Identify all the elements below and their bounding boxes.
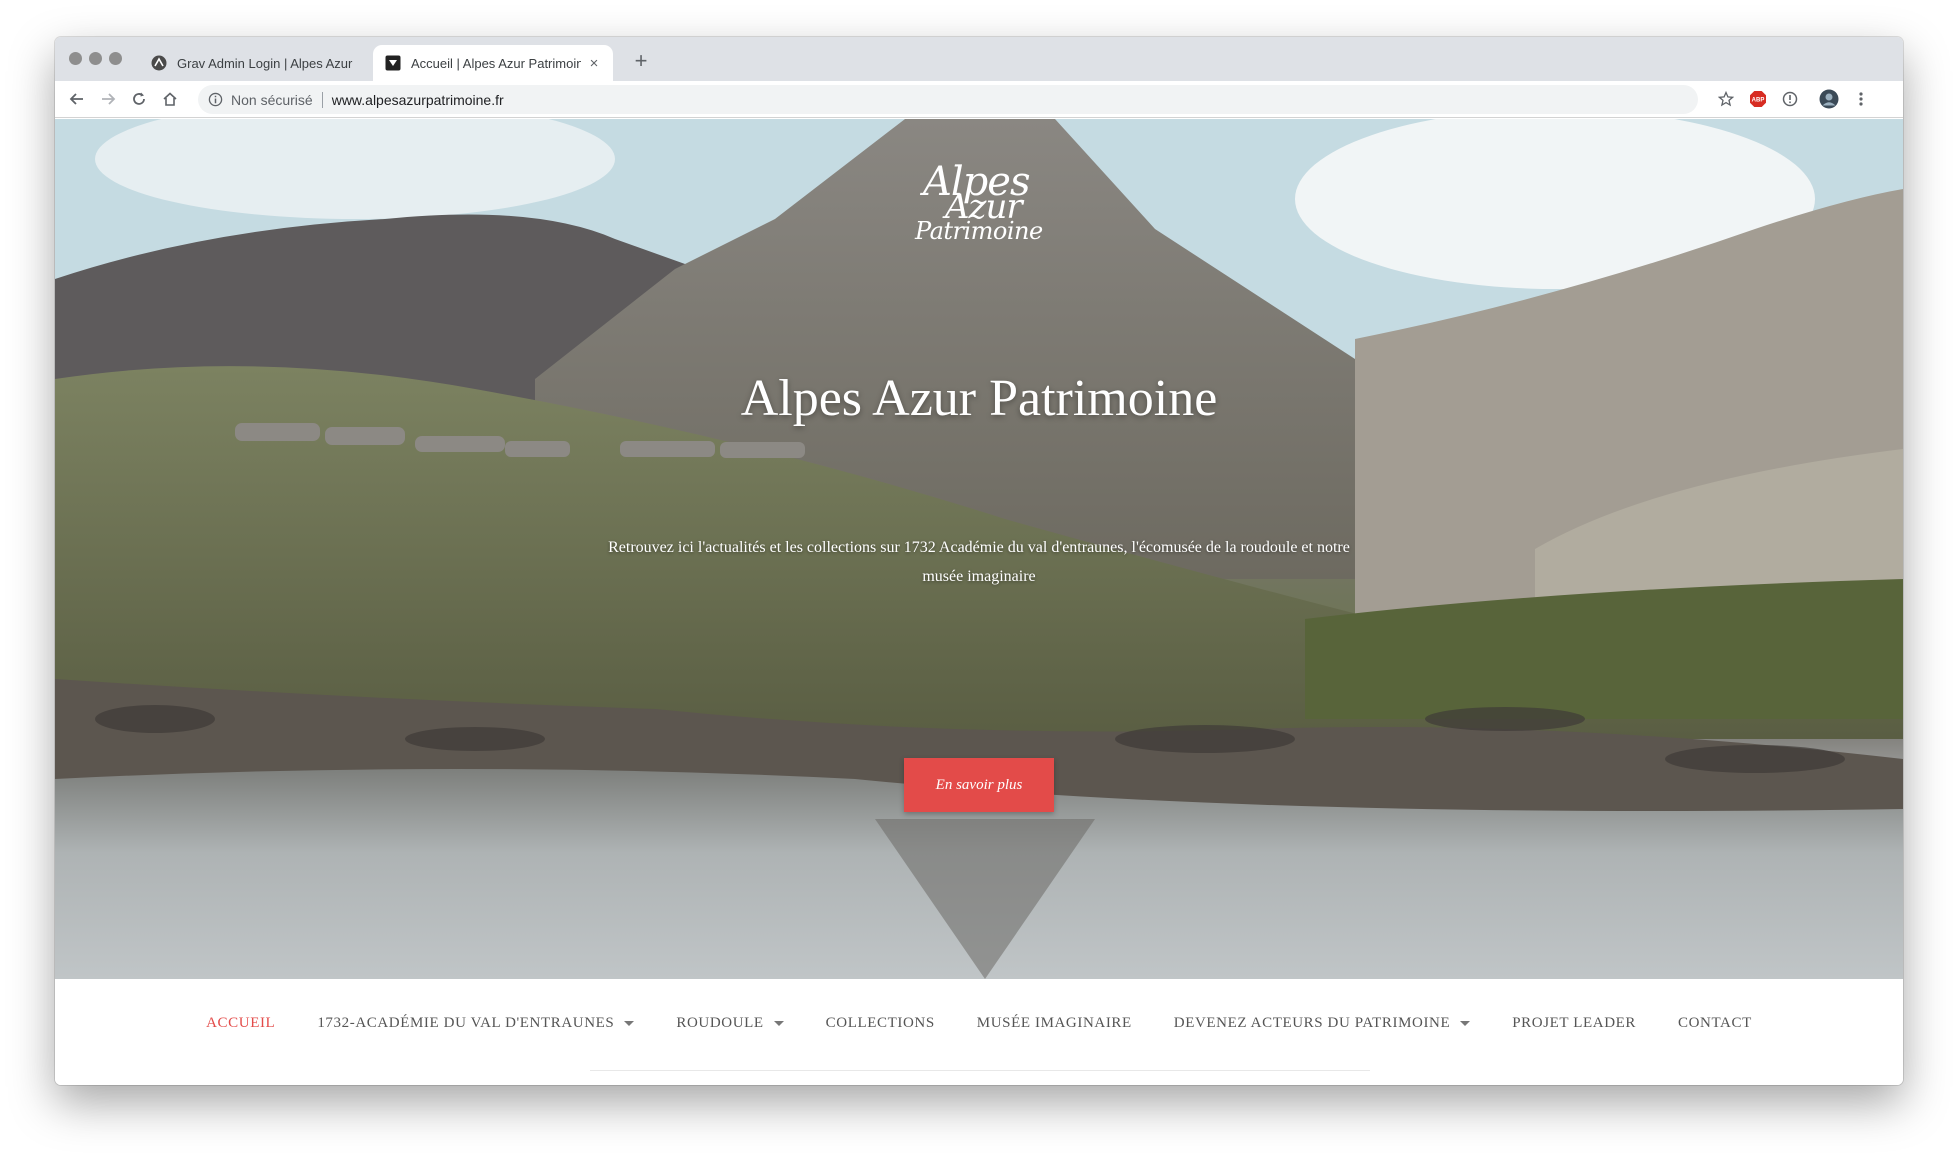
url-text[interactable]: www.alpesazurpatrimoine.fr bbox=[332, 92, 504, 108]
close-tab-icon[interactable]: × bbox=[587, 55, 601, 72]
back-icon[interactable] bbox=[64, 86, 90, 112]
adblock-icon[interactable]: ABP bbox=[1747, 88, 1769, 110]
info-circle-icon[interactable] bbox=[208, 92, 223, 107]
forward-icon[interactable] bbox=[95, 86, 121, 112]
browser-window: Grav Admin Login | Alpes Azur × Accueil … bbox=[55, 37, 1903, 1085]
home-icon[interactable] bbox=[157, 86, 183, 112]
reload-icon[interactable] bbox=[126, 86, 152, 112]
main-navigation: ACCUEIL 1732-ACADÉMIE DU VAL D'ENTRAUNES… bbox=[55, 979, 1903, 1085]
nav-item-roudoule[interactable]: ROUDOULE bbox=[676, 1015, 784, 1032]
caret-down-icon bbox=[624, 1021, 635, 1026]
nav-item-label: COLLECTIONS bbox=[825, 1015, 935, 1031]
hero-description: Retrouvez ici l'actualités et les collec… bbox=[579, 533, 1379, 591]
nav-item-label: ACCUEIL bbox=[206, 1015, 276, 1031]
star-icon[interactable] bbox=[1715, 88, 1737, 110]
webpage: Alpes Azur Patrimoine Alpes Azur Patrimo… bbox=[55, 119, 1903, 1085]
nav-item-label: CONTACT bbox=[1678, 1015, 1752, 1031]
nav-item-label: ROUDOULE bbox=[676, 1015, 764, 1031]
security-label: Non sécurisé bbox=[231, 91, 313, 108]
learn-more-button[interactable]: En savoir plus bbox=[904, 758, 1054, 812]
divider bbox=[321, 91, 323, 108]
nav-item-label: MUSÉE IMAGINAIRE bbox=[976, 1015, 1132, 1031]
caret-down-icon bbox=[1460, 1021, 1471, 1026]
nav-item-accueil[interactable]: ACCUEIL bbox=[206, 1015, 275, 1032]
site-favicon-icon bbox=[385, 55, 401, 71]
nav-divider bbox=[590, 1070, 1370, 1071]
logo-line-3: Patrimoine bbox=[915, 217, 1043, 245]
close-window-button[interactable] bbox=[69, 52, 82, 65]
site-logo[interactable]: Alpes Azur Patrimoine bbox=[915, 159, 1065, 259]
nav-item-contact[interactable]: CONTACT bbox=[1678, 1015, 1752, 1032]
nav-item-academie[interactable]: 1732-ACADÉMIE DU VAL D'ENTRAUNES bbox=[317, 1015, 635, 1032]
new-tab-button[interactable]: + bbox=[627, 47, 655, 75]
nav-item-collections[interactable]: COLLECTIONS bbox=[826, 1015, 935, 1032]
address-bar[interactable]: Non sécurisé www.alpesazurpatrimoine.fr bbox=[198, 85, 1698, 114]
tab-bar: Grav Admin Login | Alpes Azur × Accueil … bbox=[55, 37, 1903, 81]
zoom-window-button[interactable] bbox=[109, 52, 122, 65]
nav-item-label: PROJET LEADER bbox=[1512, 1015, 1637, 1031]
hero-section: Alpes Azur Patrimoine Alpes Azur Patrimo… bbox=[55, 119, 1903, 979]
minimize-window-button[interactable] bbox=[89, 52, 102, 65]
caret-down-icon bbox=[773, 1021, 784, 1026]
tab-accueil[interactable]: Accueil | Alpes Azur Patrimoine × bbox=[373, 45, 613, 81]
svg-text:ABP: ABP bbox=[1752, 98, 1765, 104]
nav-item-musee-imaginaire[interactable]: MUSÉE IMAGINAIRE bbox=[977, 1015, 1132, 1032]
info-icon[interactable] bbox=[1779, 88, 1801, 110]
nav-item-label: DEVENEZ ACTEURS DU PATRIMOINE bbox=[1173, 1015, 1451, 1031]
hero-title: Alpes Azur Patrimoine bbox=[740, 370, 1218, 427]
nav-item-projet-leader[interactable]: PROJET LEADER bbox=[1512, 1015, 1636, 1032]
hero-description-line-1: Retrouvez ici l'actualités et les collec… bbox=[608, 539, 1350, 556]
nav-item-devenez-acteurs[interactable]: DEVENEZ ACTEURS DU PATRIMOINE bbox=[1173, 1015, 1471, 1032]
hero-description-line-2: musée imaginaire bbox=[922, 568, 1036, 585]
menu-icon[interactable] bbox=[1850, 88, 1872, 110]
nav-item-label: 1732-ACADÉMIE DU VAL D'ENTRAUNES bbox=[317, 1015, 615, 1031]
grav-favicon-icon bbox=[151, 55, 167, 71]
profile-avatar[interactable] bbox=[1818, 88, 1840, 110]
tab-title: Accueil | Alpes Azur Patrimoine bbox=[411, 55, 581, 71]
tab-title: Grav Admin Login | Alpes Azur bbox=[177, 55, 353, 71]
browser-toolbar: Non sécurisé www.alpesazurpatrimoine.fr … bbox=[55, 81, 1903, 118]
